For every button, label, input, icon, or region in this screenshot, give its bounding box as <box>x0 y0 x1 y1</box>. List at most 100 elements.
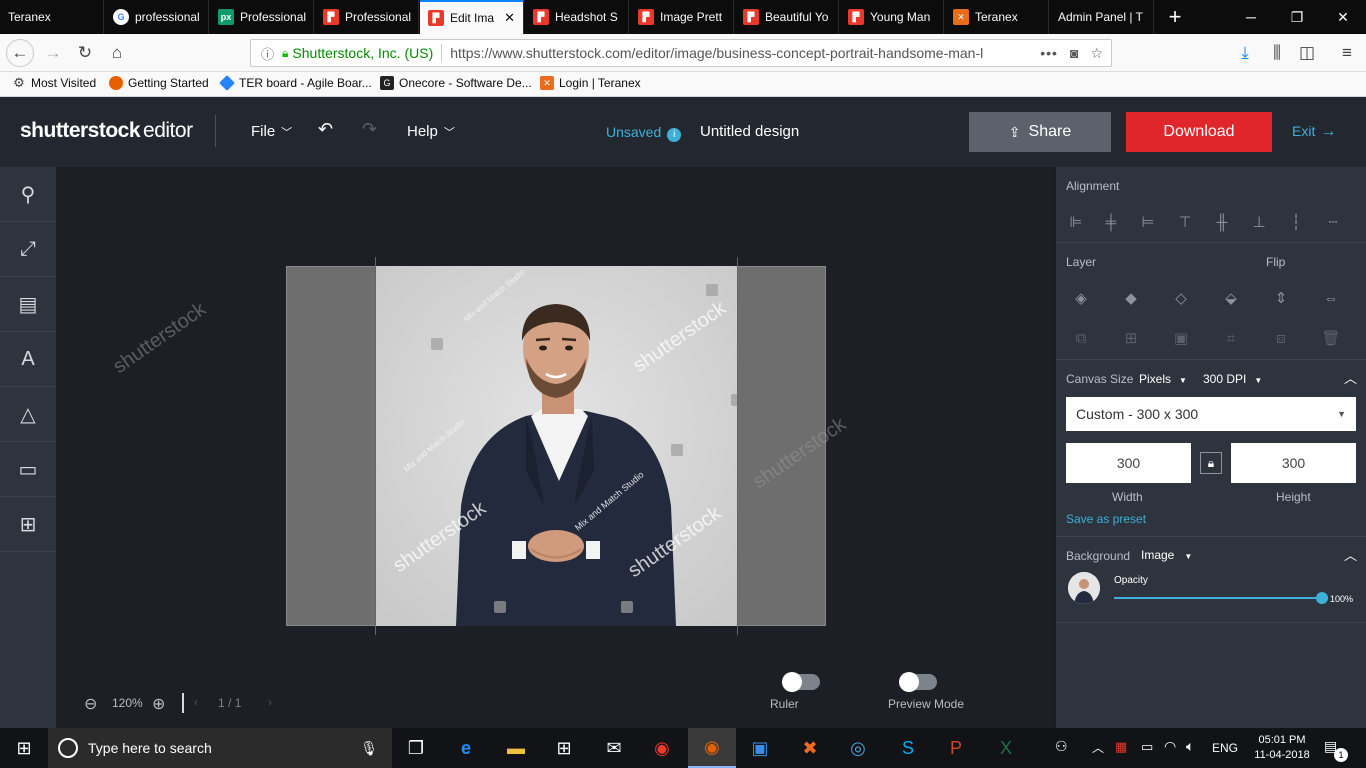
redo-icon[interactable]: ↷ <box>362 119 377 140</box>
crop-icon[interactable]: ⌗ <box>1220 327 1242 349</box>
background-thumbnail[interactable] <box>1068 572 1100 604</box>
collapse-chevron-icon[interactable]: ︿ <box>1344 545 1357 564</box>
tab-image-pretty[interactable]: ▛ Image Prett <box>630 0 734 34</box>
url-text[interactable]: https://www.shutterstock.com/editor/imag… <box>450 45 1010 61</box>
chrome-icon[interactable]: ◉ <box>638 728 686 768</box>
aspect-lock-icon[interactable]: 🔒︎ <box>1200 452 1222 474</box>
windows-start-icon[interactable]: ⊞ <box>0 728 48 768</box>
download-button[interactable]: Download <box>1126 112 1272 152</box>
tab-teranex[interactable]: Teranex <box>0 0 104 34</box>
close-window-button[interactable]: ✕ <box>1320 0 1366 34</box>
bookmark-most-visited[interactable]: ⚙ Most Visited <box>12 75 96 90</box>
flip-vertical-icon[interactable]: ⇕ <box>1270 287 1292 309</box>
store-icon[interactable]: ⊞ <box>540 728 588 768</box>
outlook-icon[interactable]: ▣ <box>736 728 784 768</box>
exit-button[interactable]: Exit → <box>1292 123 1336 141</box>
opacity-slider-handle[interactable] <box>1316 592 1328 604</box>
tab-young-man[interactable]: ▛ Young Man <box>840 0 944 34</box>
dpi-select[interactable]: 300 DPI ▼ <box>1203 372 1262 386</box>
home-icon[interactable]: ⌂ <box>104 40 130 66</box>
tab-edit-image[interactable]: ▛ Edit Ima ✕ <box>420 0 524 34</box>
units-select[interactable]: Pixels ▼ <box>1139 372 1187 386</box>
microphone-icon[interactable]: 🎙︎ <box>360 740 378 757</box>
tray-app-icon[interactable]: ▦ <box>1115 739 1127 755</box>
background-type-select[interactable]: Image ▼ <box>1141 548 1192 562</box>
canvas-resize-tool[interactable]: ⤢ <box>0 222 56 277</box>
file-explorer-icon[interactable]: ▬ <box>492 728 540 768</box>
distribute-v-icon[interactable]: ┄ <box>1322 211 1344 233</box>
battery-icon[interactable]: ▭ <box>1141 739 1153 755</box>
align-bottom-icon[interactable]: ⊥ <box>1248 211 1270 233</box>
info-icon[interactable]: i <box>667 128 682 142</box>
volume-icon[interactable]: 🔈︎ <box>1186 738 1194 755</box>
tab-admin-panel[interactable]: Admin Panel | T <box>1050 0 1154 34</box>
bookmark-onecore[interactable]: G Onecore - Software De... <box>380 76 532 90</box>
site-identity[interactable]: Shutterstock, Inc. (US) <box>292 45 433 61</box>
tab-headshot[interactable]: ▛ Headshot S <box>525 0 629 34</box>
undo-icon[interactable]: ↶ <box>318 119 333 140</box>
next-page-icon[interactable]: › <box>268 695 272 709</box>
align-left-icon[interactable]: ⊫ <box>1065 211 1087 233</box>
pages-tool[interactable]: ⊞ <box>0 497 56 552</box>
tab-teranex-xampp[interactable]: ✕ Teranex <box>945 0 1049 34</box>
skype-icon[interactable]: S <box>884 728 932 768</box>
tray-chevron-icon[interactable]: ︿ <box>1092 739 1104 756</box>
excel-icon[interactable]: X <box>982 728 1030 768</box>
taskbar-search-box[interactable]: Type here to search 🎙︎ <box>48 728 392 768</box>
design-canvas[interactable]: shutterstock shutterstock shutterstock M… <box>376 266 737 626</box>
bookmark-star-icon[interactable]: ☆ <box>1090 45 1103 62</box>
search-tool[interactable]: ⚲ <box>0 167 56 222</box>
edge-icon[interactable]: e <box>442 728 490 768</box>
design-name[interactable]: Untitled design <box>700 123 799 140</box>
brand-logo[interactable]: shutterstock editor <box>20 119 193 143</box>
task-view-icon[interactable]: ❐ <box>392 728 440 768</box>
text-tool[interactable]: A <box>0 332 56 387</box>
language-indicator[interactable]: ENG <box>1212 741 1238 755</box>
share-button[interactable]: ⇪ Share <box>969 112 1111 152</box>
layout-tool[interactable]: ▤ <box>0 277 56 332</box>
url-bar[interactable]: ⓘ 🔒︎ Shutterstock, Inc. (US) https://www… <box>250 39 1112 67</box>
send-to-back-icon[interactable]: ⬙ <box>1220 287 1242 309</box>
align-top-icon[interactable]: ⊤ <box>1174 211 1196 233</box>
clock[interactable]: 05:01 PM 11-04-2018 <box>1252 733 1312 763</box>
flip-horizontal-icon[interactable]: ⇔ <box>1320 287 1342 309</box>
save-preset-link[interactable]: Save as preset <box>1066 512 1146 526</box>
downloads-icon[interactable]: ⤓ <box>1232 40 1258 66</box>
wifi-icon[interactable]: ◠ <box>1164 738 1176 755</box>
bookmark-getting-started[interactable]: Getting Started <box>109 76 209 90</box>
uploads-tool[interactable]: ▭ <box>0 442 56 497</box>
back-arrow-icon[interactable]: ← <box>6 39 34 67</box>
file-menu[interactable]: File ﹀ <box>251 123 292 140</box>
library-icon[interactable]: ⫼ <box>1264 40 1290 66</box>
trash-icon[interactable]: 🗑︎ <box>1320 327 1342 349</box>
page-actions-icon[interactable]: ••• <box>1040 45 1058 61</box>
close-tab-icon[interactable]: ✕ <box>504 10 515 26</box>
mail-icon[interactable]: ✉ <box>590 728 638 768</box>
preset-dropdown[interactable]: Custom - 300 x 300 ▼ <box>1066 397 1356 431</box>
minimize-button[interactable]: ─ <box>1228 0 1274 34</box>
tab-professional-google[interactable]: Gprofessional <box>105 0 209 34</box>
shapes-tool[interactable]: △ <box>0 387 56 442</box>
xampp-icon[interactable]: ✖ <box>786 728 834 768</box>
reload-icon[interactable]: ↻ <box>72 40 98 66</box>
collapse-chevron-icon[interactable]: ︿ <box>1344 368 1357 387</box>
lock-icon[interactable]: ▣ <box>1170 327 1192 349</box>
group-icon[interactable]: ⧉ <box>1070 327 1092 349</box>
opacity-slider-track[interactable] <box>1114 597 1322 599</box>
prev-page-icon[interactable]: ‹ <box>194 695 198 709</box>
height-input[interactable]: 300 <box>1231 443 1356 483</box>
tab-professional-pexels[interactable]: px Professional <box>210 0 314 34</box>
powerpoint-icon[interactable]: P <box>932 728 980 768</box>
menu-icon[interactable]: ≡ <box>1334 40 1360 66</box>
bring-forward-icon[interactable]: ◆ <box>1120 287 1142 309</box>
people-icon[interactable]: ⚇ <box>1055 738 1068 755</box>
ruler-toggle[interactable] <box>782 672 820 692</box>
tab-beautiful[interactable]: ▛ Beautiful Yo <box>735 0 839 34</box>
forward-arrow-icon[interactable]: → <box>40 40 66 66</box>
ungroup-icon[interactable]: ⊞ <box>1120 327 1142 349</box>
help-menu[interactable]: Help ﹀ <box>407 123 455 140</box>
bookmark-login-teranex[interactable]: ✕ Login | Teranex <box>540 76 641 90</box>
restore-button[interactable]: ❐ <box>1274 0 1320 34</box>
align-center-h-icon[interactable]: ╪ <box>1100 211 1122 233</box>
firefox-icon[interactable]: ◉ <box>688 728 736 768</box>
